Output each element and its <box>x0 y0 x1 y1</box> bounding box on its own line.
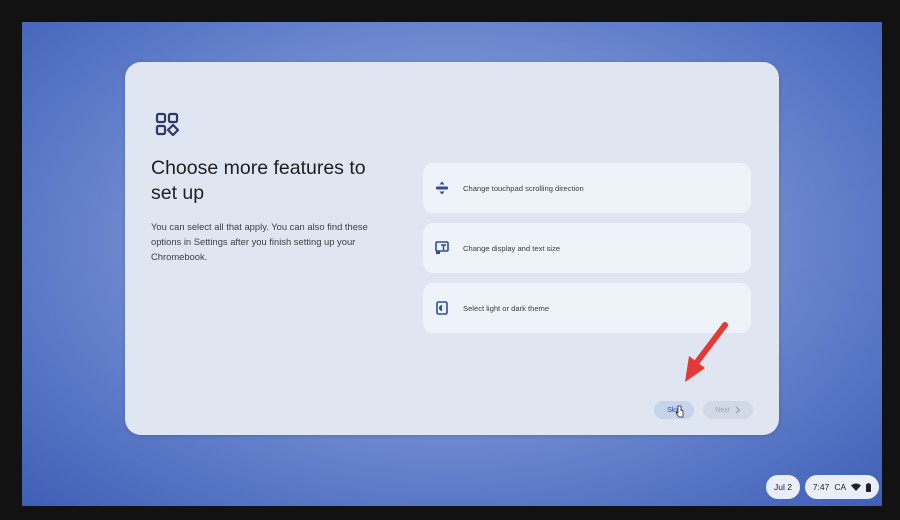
page-description: You can select all that apply. You can a… <box>151 221 368 262</box>
shelf-region: CA <box>834 482 847 492</box>
desktop-screen: Choose more features to set up You can s… <box>22 22 882 506</box>
next-button-label: Next <box>715 406 730 414</box>
touchpad-scroll-icon <box>436 181 448 195</box>
shelf-time: 7:47 <box>812 482 830 492</box>
shelf-date: Jul 2 <box>774 482 792 492</box>
battery-icon <box>866 482 872 492</box>
annotation-arrow-icon <box>685 322 728 382</box>
display-size-icon <box>435 241 449 254</box>
skip-button[interactable]: Skip <box>654 401 694 419</box>
feature-options-list: Change touchpad scrolling direction Chan… <box>423 163 751 343</box>
mouse-pointer-icon <box>675 405 684 418</box>
theme-icon <box>436 301 448 315</box>
option-touchpad-scrolling[interactable]: Change touchpad scrolling direction <box>423 163 751 213</box>
option-label: Change display and text size <box>463 243 561 253</box>
shelf-date-pill[interactable]: Jul 2 <box>766 475 800 499</box>
page-title: Choose more features to set up <box>151 157 366 204</box>
option-label: Select light or dark theme <box>463 303 550 313</box>
option-label: Change touchpad scrolling direction <box>463 183 584 193</box>
shelf-status-area[interactable]: 7:47 CA <box>805 475 879 499</box>
feature-grid-icon <box>155 112 179 136</box>
next-button[interactable]: Next <box>703 401 753 419</box>
wifi-icon <box>851 483 862 491</box>
option-display-text-size[interactable]: Change display and text size <box>423 223 751 273</box>
chevron-right-icon <box>735 406 741 414</box>
